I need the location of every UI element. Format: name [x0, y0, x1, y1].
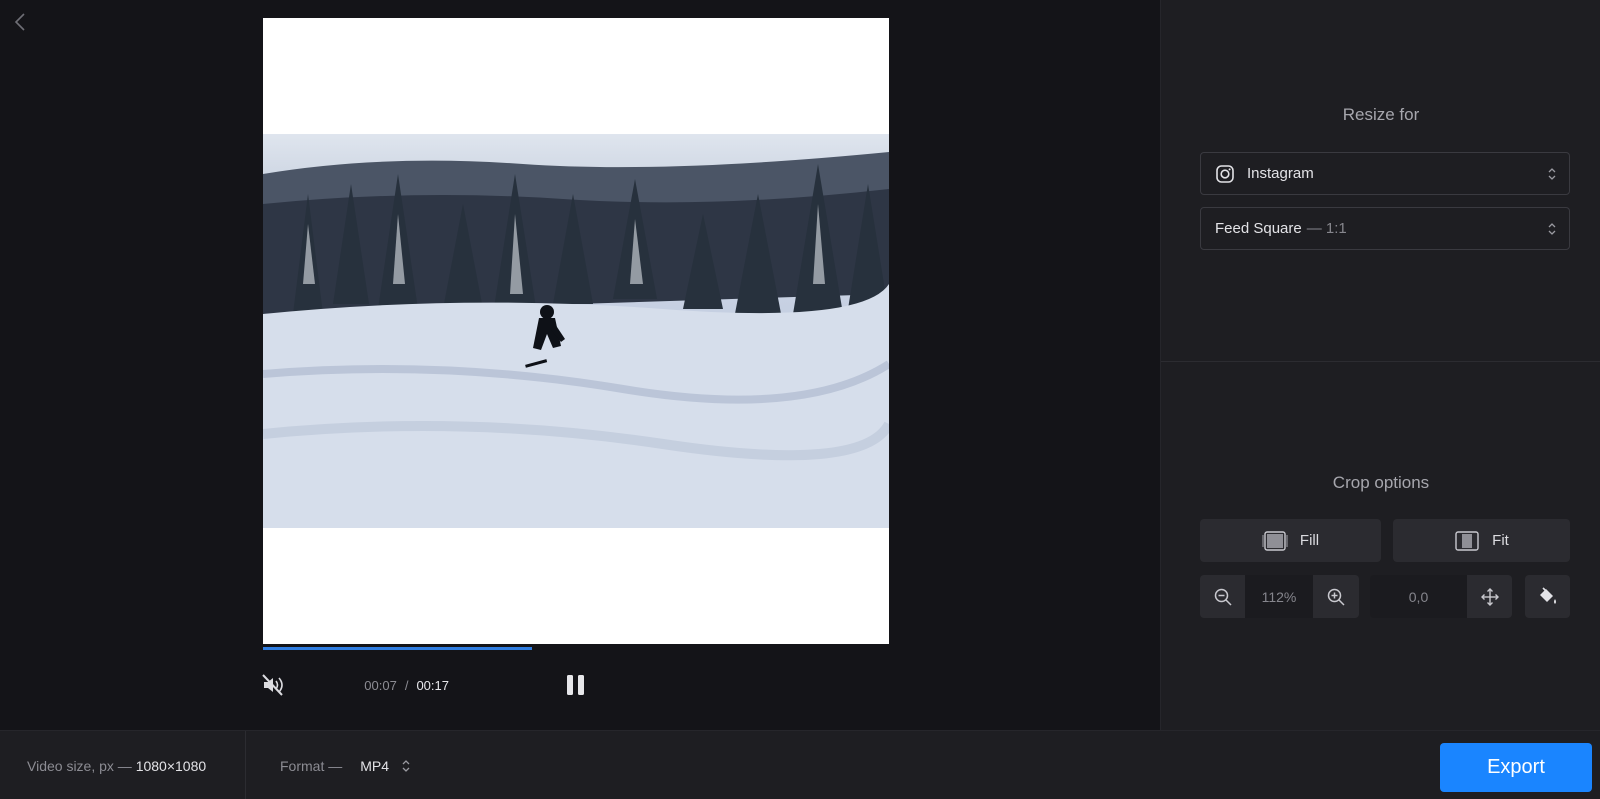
move-button[interactable]	[1467, 575, 1512, 618]
crop-options-title: Crop options	[1332, 473, 1430, 492]
video-frame	[263, 134, 889, 528]
zoom-out-button[interactable]	[1200, 575, 1245, 618]
time-separator: /	[404, 678, 409, 693]
paint-bucket-icon	[1539, 586, 1556, 604]
pause-button[interactable]	[563, 671, 587, 699]
resize-section: Resize for Instagram Feed Square — 1:1	[1161, 0, 1600, 362]
background-color-button[interactable]	[1525, 575, 1570, 618]
fit-label: Fit	[1492, 532, 1509, 549]
zoom-value[interactable]: 112%	[1245, 575, 1313, 618]
playback-progress-fill	[263, 647, 533, 650]
instagram-icon	[1216, 164, 1234, 183]
fit-button[interactable]: Fit	[1393, 519, 1570, 562]
video-size-label: Video size, px —	[27, 758, 132, 774]
preset-ratio: — 1:1	[1306, 220, 1347, 237]
preset-select-value: Feed Square	[1215, 220, 1302, 237]
video-resizer-app: 00:07 / 00:17 Resize for Instagram Feed Sq…	[0, 0, 1600, 799]
format-label: Format —	[280, 758, 343, 774]
resize-title: Resize for	[1342, 105, 1420, 124]
platform-select[interactable]: Instagram	[1200, 152, 1570, 195]
fill-label: Fill	[1299, 532, 1320, 549]
speaker-muted-icon	[262, 674, 283, 696]
chevron-left-icon	[14, 13, 25, 31]
preset-select[interactable]: Feed Square — 1:1	[1200, 207, 1570, 250]
total-time: 00:17	[416, 678, 449, 693]
export-button[interactable]: Export	[1440, 743, 1592, 792]
playback-time: 00:07 / 00:17	[364, 678, 449, 693]
position-value[interactable]: 0,0	[1370, 575, 1467, 618]
fill-crop-icon	[1262, 530, 1288, 551]
bottom-bar: Video size, px — 1080×1080 Format — MP4 …	[0, 730, 1600, 799]
snowboard-video-frame	[263, 134, 889, 528]
fit-crop-icon	[1455, 530, 1479, 551]
format-select[interactable]: Format — MP4	[280, 758, 411, 774]
platform-select-value: Instagram	[1247, 165, 1314, 182]
video-size-value: 1080×1080	[135, 758, 207, 774]
mute-button[interactable]	[259, 671, 287, 699]
back-button[interactable]	[8, 8, 32, 36]
settings-panel: Resize for Instagram Feed Square — 1:1 C…	[1160, 0, 1600, 730]
playback-progress[interactable]	[263, 647, 889, 650]
up-down-arrows-icon	[1548, 168, 1556, 180]
zoom-in-icon	[1327, 588, 1345, 606]
current-time: 00:07	[364, 678, 397, 693]
fill-button[interactable]: Fill	[1200, 519, 1381, 562]
up-down-arrows-icon	[1548, 223, 1556, 235]
preview-area: 00:07 / 00:17	[0, 0, 1160, 730]
video-canvas[interactable]	[263, 18, 889, 644]
bottom-divider	[245, 731, 246, 799]
zoom-out-icon	[1214, 588, 1232, 606]
zoom-in-button[interactable]	[1313, 575, 1359, 618]
up-down-arrows-icon	[402, 760, 410, 772]
pause-icon-bar-left	[566, 675, 573, 695]
pause-icon-bar-right	[577, 675, 584, 695]
move-arrows-icon	[1480, 587, 1499, 606]
video-size-info: Video size, px — 1080×1080	[27, 758, 206, 774]
format-value: MP4	[360, 758, 390, 774]
